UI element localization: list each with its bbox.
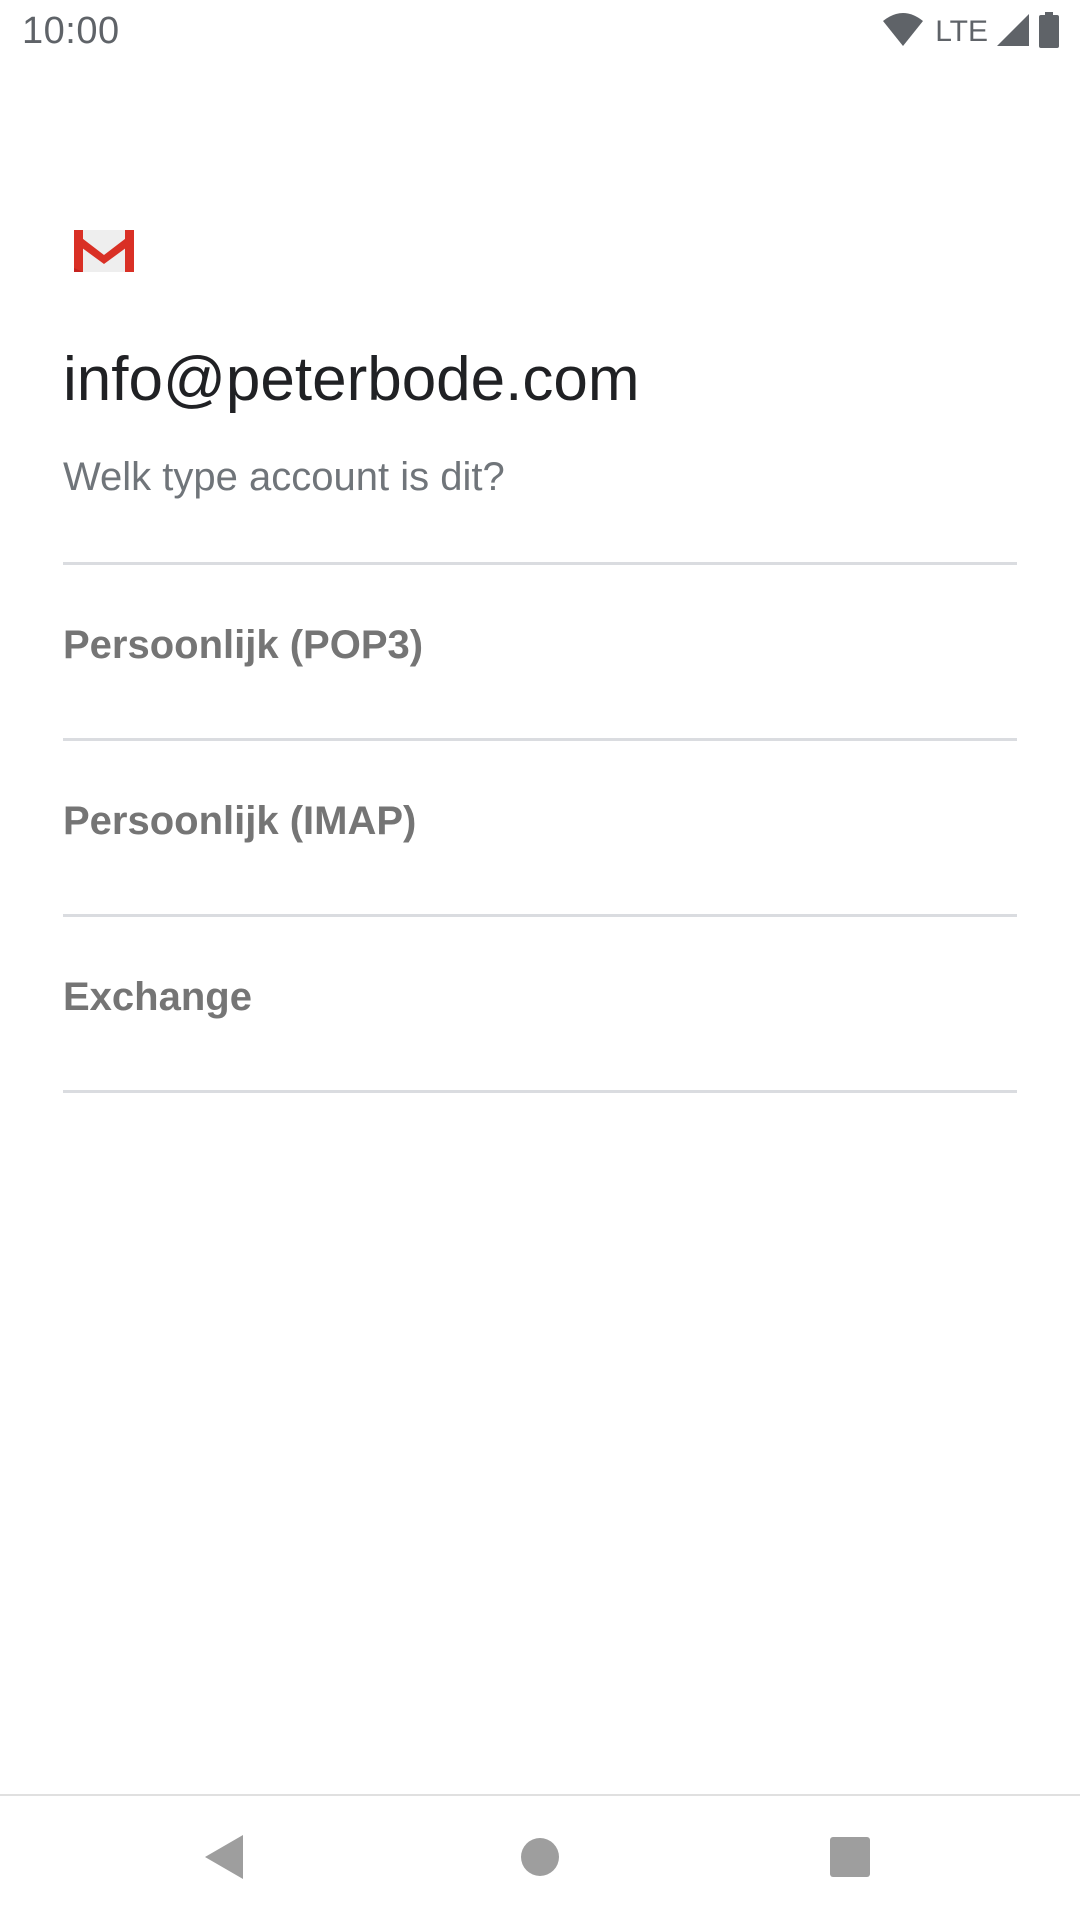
gmail-logo-icon [74,228,134,274]
recents-button[interactable] [790,1796,910,1922]
option-label: Exchange [63,975,252,1019]
home-icon [519,1836,561,1883]
back-button[interactable] [165,1796,285,1922]
account-type-question: Welk type account is dit? [63,455,505,499]
home-button[interactable] [480,1796,600,1922]
account-email: info@peterbode.com [63,345,640,414]
account-type-list: Persoonlijk (POP3) Persoonlijk (IMAP) Ex… [63,562,1017,1093]
battery-icon [1038,11,1060,53]
recents-icon [829,1836,871,1883]
status-time: 10:00 [22,10,120,52]
wifi-icon [883,12,924,52]
status-icons: LTE [883,11,1060,53]
option-label: Persoonlijk (IMAP) [63,799,417,843]
option-pop3[interactable]: Persoonlijk (POP3) [63,565,1017,741]
option-exchange[interactable]: Exchange [63,917,1017,1093]
navigation-bar [0,1794,1080,1922]
option-label: Persoonlijk (POP3) [63,623,424,667]
option-imap[interactable]: Persoonlijk (IMAP) [63,741,1017,917]
cell-signal-icon [996,13,1030,52]
status-bar: 10:00 LTE [0,0,1080,64]
network-type-label: LTE [935,15,988,48]
back-icon [203,1833,247,1886]
